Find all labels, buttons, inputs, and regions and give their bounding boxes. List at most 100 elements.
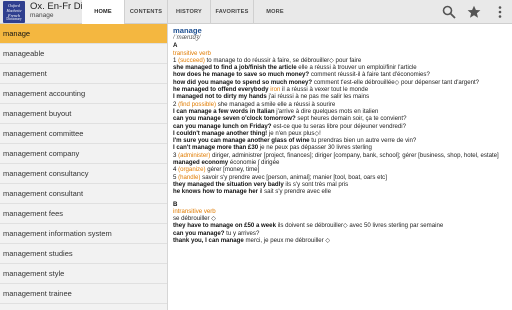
entry-pos-intransitive: intransitive verb: [173, 207, 216, 215]
sense-text: se débrouiller ◇: [173, 215, 216, 223]
example: how does he manage to save so much money…: [173, 71, 509, 78]
list-item[interactable]: management consultancy: [0, 164, 167, 184]
example: can you manage lunch on Friday? est-ce q…: [173, 123, 509, 130]
sense-text: to manage to do réussir à faire, se débr…: [204, 56, 362, 64]
entry-pos-transitive: transitive verb: [173, 49, 211, 57]
sense-text: savoir s'y prendre avec [person, animal]…: [200, 173, 387, 181]
entry-headword: manage: [173, 27, 202, 35]
star-icon[interactable]: [467, 5, 481, 19]
example-source: managed economy: [173, 159, 229, 167]
example-translation: il a réussi à vexer tout le monde: [280, 86, 369, 94]
example: they managed the situation very badly il…: [173, 181, 509, 188]
sense-number: 1: [173, 56, 177, 64]
list-item[interactable]: management trainee: [0, 284, 167, 304]
example-translation: sept heures demain soir, ça te convient?: [295, 115, 407, 123]
list-item[interactable]: manage: [0, 24, 167, 44]
list-item[interactable]: management committee: [0, 124, 167, 144]
sense-label[interactable]: (find possible): [178, 101, 216, 108]
list-item[interactable]: management buyout: [0, 104, 167, 124]
example-source: can you manage?: [173, 229, 225, 237]
example-translation: elle a réussi à trouver un emploi/finir …: [296, 64, 417, 72]
list-item[interactable]: management fees: [0, 204, 167, 224]
app-subtitle: manage: [30, 12, 54, 19]
sense-label[interactable]: (handle): [178, 174, 200, 181]
example-source: he managed to offend everybody: [173, 86, 269, 94]
example: thank you, I can manage merci, je peux m…: [173, 237, 509, 244]
example-translation: ils s'y sont très mal pris: [283, 180, 349, 188]
example-source: I managed not to dirty my hands: [173, 93, 267, 101]
example-source: thank you, I can manage: [173, 237, 244, 245]
tab-contents[interactable]: CONTENTS: [125, 0, 167, 24]
example: I couldn't manage another thing! je n'en…: [173, 130, 509, 137]
sense-number: 3: [173, 151, 177, 159]
example-source: can you manage lunch on Friday?: [173, 122, 272, 130]
sense-text: gérer [money, time]: [205, 166, 260, 174]
sense-text: diriger, administrer [project, finances]…: [210, 151, 499, 159]
list-item[interactable]: management company: [0, 144, 167, 164]
example: how did you manage to spend so much mone…: [173, 79, 509, 86]
example-source: how does he manage to save so much money…: [173, 71, 310, 79]
tab-favorites[interactable]: FAVORITES: [211, 0, 253, 24]
example: I can't manage more than £30 je ne peux …: [173, 144, 509, 151]
tab-bar: HOME CONTENTS HISTORY FAVORITES MORE: [82, 0, 296, 25]
example-source: I can manage a few words in Italian: [173, 107, 275, 115]
sense-1: 1 (succeed) to manage to do réussir à fa…: [173, 57, 509, 64]
example: can you manage seven o'clock tomorrow? s…: [173, 115, 509, 122]
example: she managed to find a job/finish the art…: [173, 64, 509, 71]
example-translation: économie ʃ dirigée: [228, 159, 280, 167]
example-translation: est-ce que tu seras libre pour déjeuner …: [271, 122, 407, 130]
list-item[interactable]: management studies: [0, 244, 167, 264]
list-item[interactable]: manageable: [0, 44, 167, 64]
sense-label[interactable]: (succeed): [178, 57, 205, 64]
example-translation: j'ai réussi à ne pas me salir les mains: [266, 93, 370, 101]
example-source: he knows how to manage her: [173, 188, 258, 196]
list-item[interactable]: management accounting: [0, 84, 167, 104]
tab-history[interactable]: HISTORY: [168, 0, 210, 24]
example-translation: merci, je peux me débrouiller ◇: [243, 237, 331, 245]
example-translation: tu prendras bien un autre verre de vin?: [309, 137, 417, 145]
example: I'm sure you can manage another glass of…: [173, 137, 509, 144]
example-translation: il sait s'y prendre avec elle: [258, 188, 331, 196]
example-source: I can't manage more than £30: [173, 144, 259, 152]
app-logo-text: Dictionary: [6, 17, 22, 21]
example-translation: je ne peux pas dépasser 30 livres sterli…: [258, 144, 372, 152]
example-translation: ils doivent se débrouiller◇ avec 50 livr…: [275, 222, 444, 230]
example: he managed to offend everybody iron il a…: [173, 86, 509, 93]
sense-text: she managed a smile elle a réussi à sour…: [216, 100, 336, 108]
dictionary-entry: manage /ˈmænɪdʒ/ A transitive verb 1 (su…: [173, 27, 509, 307]
sense-2: 2 (find possible) she managed a smile el…: [173, 101, 509, 108]
tab-home[interactable]: HOME: [82, 0, 124, 25]
register-label: iron: [268, 86, 281, 94]
sense-number: 2: [173, 100, 177, 108]
example: I managed not to dirty my hands j'ai réu…: [173, 93, 509, 100]
sense-3: 3 (administer) diriger, administrer [pro…: [173, 152, 509, 159]
example: I can manage a few words in Italian j'ar…: [173, 108, 509, 115]
sense-4: 4 (organize) gérer [money, time]: [173, 166, 509, 173]
list-item[interactable]: management information system: [0, 224, 167, 244]
sense-number: 5: [173, 173, 177, 181]
example-source: I'm sure you can manage another glass of…: [173, 137, 310, 145]
list-item[interactable]: management: [0, 64, 167, 84]
entry-section-a: A: [173, 42, 178, 50]
example-translation: j'arrive à dire quelques mots en italien: [274, 107, 379, 115]
example: can you manage? tu y arrives?: [173, 230, 509, 237]
overflow-menu-icon[interactable]: [493, 5, 507, 19]
example-translation: comment réussit-il à faire tant d'économ…: [309, 71, 430, 79]
example-translation: comment t'est-elle débrouillée◇ pour dép…: [312, 78, 480, 86]
tab-more[interactable]: MORE: [254, 0, 296, 24]
sense-label[interactable]: (organize): [178, 166, 205, 173]
example-source: how did you manage to spend so much mone…: [173, 78, 313, 86]
example-source: they have to manage on £50 a week: [173, 222, 276, 230]
example-translation: tu y arrives?: [224, 229, 260, 237]
list-item[interactable]: management consultant: [0, 184, 167, 204]
search-icon[interactable]: [442, 5, 456, 19]
entry-section-b: B: [173, 200, 178, 208]
example: he knows how to manage her il sait s'y p…: [173, 188, 509, 195]
example: they have to manage on £50 a week ils do…: [173, 222, 509, 229]
word-list: manage manageable management management …: [0, 24, 168, 310]
sense-label[interactable]: (administer): [178, 152, 210, 159]
example-source: they managed the situation very badly: [173, 180, 284, 188]
entry-pronunciation: /ˈmænɪdʒ/: [173, 35, 201, 41]
app-logo-icon[interactable]: Oxford Hachette French Dictionary: [3, 1, 25, 23]
list-item[interactable]: management style: [0, 264, 167, 284]
